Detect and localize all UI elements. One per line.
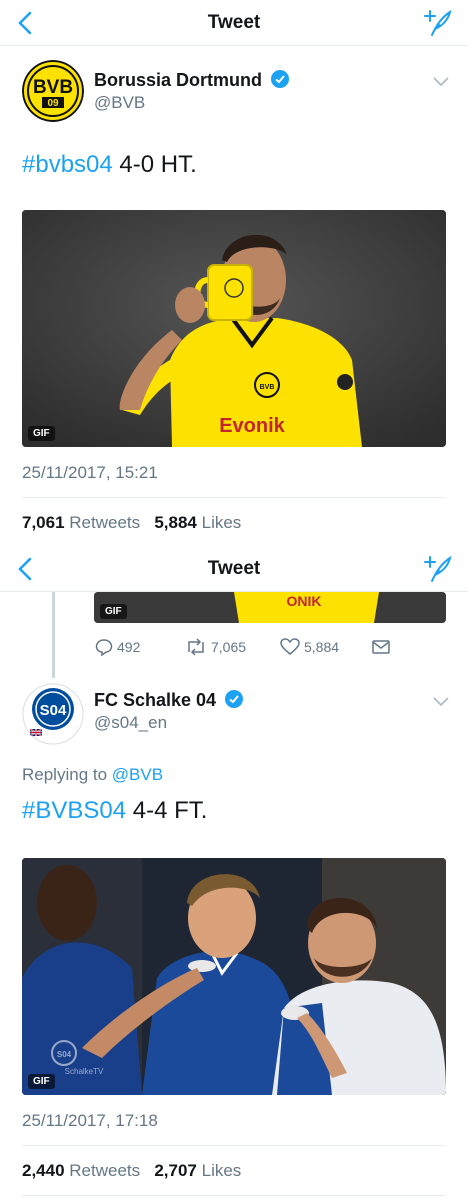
replying-prefix: Replying to (22, 765, 108, 784)
retweets-stat[interactable]: 2,440 Retweets (22, 1161, 140, 1180)
author-handle[interactable]: @s04_en (94, 713, 167, 733)
like-count: 5,884 (304, 639, 340, 655)
gif-frame-cropped: ONIK (94, 592, 446, 623)
reply-action[interactable]: 492 (95, 637, 140, 657)
reply-icon (95, 639, 113, 656)
media-watermark: SchalkeTV (65, 1067, 104, 1076)
author-name-text[interactable]: Borussia Dortmund (94, 70, 262, 90)
author-handle[interactable]: @BVB (94, 93, 145, 113)
reply-count: 492 (117, 639, 141, 655)
nav-bar-top: Tweet (0, 0, 468, 46)
verified-badge-icon (271, 70, 290, 88)
tweet-media-gif[interactable]: S04 SchalkeTV GIF (22, 858, 446, 1095)
nav-title: Tweet (207, 558, 261, 579)
tweet-media-gif[interactable]: BVB Evonik GIF (22, 210, 446, 447)
gif-frame-player-drinking: BVB Evonik (22, 210, 446, 447)
likes-stat[interactable]: 5,884 Likes (154, 513, 241, 532)
author-name-text[interactable]: FC Schalke 04 (94, 690, 216, 710)
retweet-icon (188, 638, 204, 656)
svg-text:ONIK: ONIK (287, 593, 322, 609)
nav-bar-second: Tweet (0, 546, 468, 592)
hashtag-link[interactable]: #BVBS04 (22, 797, 126, 824)
mention-link[interactable]: @BVB (112, 765, 163, 784)
gif-frame-players-drinking: S04 SchalkeTV (22, 858, 446, 1095)
tweet-text: #BVBS04 4-4 FT. (22, 797, 207, 825)
schalke-crest-text: S04 (40, 702, 67, 719)
envelope-icon (372, 640, 390, 654)
compose-tweet-icon[interactable] (422, 8, 452, 38)
retweet-count: 7,065 (211, 639, 247, 655)
replying-to: Replying to @BVB (22, 765, 163, 785)
schalke-avatar[interactable]: S04 (22, 683, 84, 745)
likes-stat[interactable]: 2,707 Likes (154, 1161, 241, 1180)
tweet-timestamp: 25/11/2017, 15:21 (22, 463, 158, 482)
tweet-text: #bvbs04 4-0 HT. (22, 151, 197, 179)
message-action[interactable] (372, 637, 394, 657)
tweet-stats: 7,061 Retweets 5,884 Likes (22, 513, 241, 533)
gif-badge: GIF (28, 426, 55, 441)
retweets-stat[interactable]: 7,061 Retweets (22, 513, 140, 532)
author-name[interactable]: Borussia Dortmund (94, 70, 290, 91)
divider (22, 1195, 446, 1196)
verified-badge-icon (225, 690, 244, 708)
tweet-body: 4-4 FT. (126, 797, 208, 824)
author-name[interactable]: FC Schalke 04 (94, 690, 244, 711)
svg-text:S04: S04 (57, 1050, 72, 1059)
bvb-avatar[interactable]: BVB 09 (22, 60, 84, 122)
jersey-sponsor-text: Evonik (219, 415, 285, 437)
gif-badge: GIF (28, 1074, 55, 1089)
nav-title: Tweet (207, 12, 261, 33)
tweet-body: 4-0 HT. (112, 151, 197, 178)
tweet-timestamp: 25/11/2017, 17:18 (22, 1111, 158, 1130)
divider (22, 497, 446, 498)
divider (22, 1145, 446, 1146)
like-action[interactable]: 5,884 (280, 637, 339, 657)
chevron-down-icon[interactable] (432, 696, 450, 708)
gif-badge: GIF (100, 604, 127, 619)
compose-tweet-icon[interactable] (422, 554, 452, 584)
heart-icon (280, 638, 300, 655)
svg-text:BVB: BVB (260, 384, 275, 391)
svg-text:09: 09 (47, 98, 59, 109)
tweet-stats: 2,440 Retweets 2,707 Likes (22, 1161, 241, 1181)
chevron-down-icon[interactable] (432, 76, 450, 88)
parent-tweet-media[interactable]: ONIK GIF (94, 592, 446, 623)
svg-text:BVB: BVB (33, 77, 73, 98)
thread-line (52, 592, 55, 678)
retweet-action[interactable]: 7,065 (185, 637, 246, 657)
hashtag-link[interactable]: #bvbs04 (22, 151, 113, 178)
